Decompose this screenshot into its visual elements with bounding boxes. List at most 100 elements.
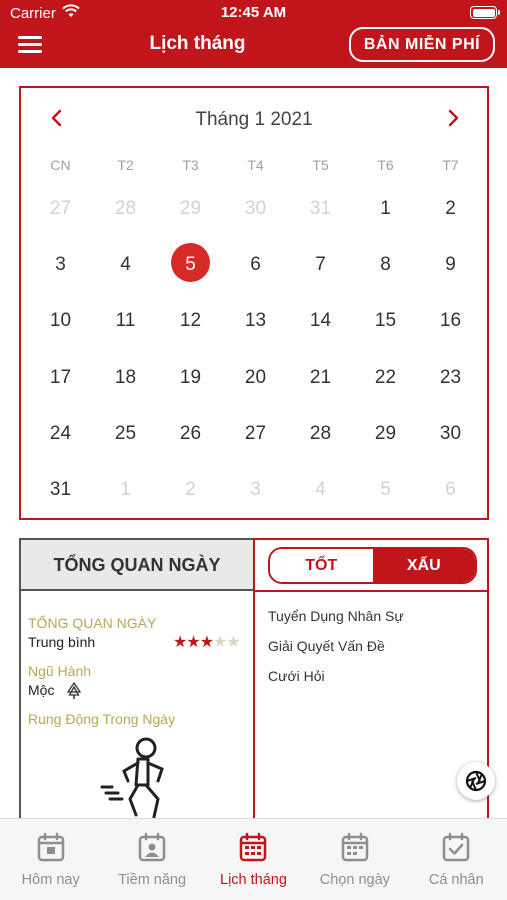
- tree-icon: [65, 681, 83, 705]
- calendar-day[interactable]: 9: [418, 242, 483, 298]
- calendar-day[interactable]: 16: [418, 298, 483, 354]
- calendar-day-selected[interactable]: 5: [158, 242, 223, 298]
- star-empty-icon: ★: [213, 634, 227, 651]
- tab-bad[interactable]: XẤU: [372, 549, 475, 582]
- calendar-day[interactable]: 14: [288, 298, 353, 354]
- calendar-day[interactable]: 29: [158, 186, 223, 242]
- calendar-day[interactable]: 1: [353, 186, 418, 242]
- calendar-day-number: 21: [309, 366, 332, 388]
- good-bad-toggle: TỐT XẤU: [268, 547, 477, 584]
- chevron-right-icon[interactable]: [443, 106, 463, 130]
- star-filled-icon: ★: [186, 634, 200, 651]
- aperture-icon: [465, 770, 487, 792]
- calendar-day[interactable]: 27: [28, 186, 93, 242]
- calendar-day[interactable]: 12: [158, 298, 223, 354]
- free-version-button[interactable]: BẢN MIỄN PHÍ: [349, 27, 495, 62]
- calendar-day-number: 30: [439, 422, 462, 444]
- tab-personal[interactable]: Cá nhân: [406, 819, 507, 900]
- calendar-day-number: 28: [114, 198, 137, 219]
- calendar-day[interactable]: 4: [93, 242, 158, 298]
- calendar-day[interactable]: 31: [288, 186, 353, 242]
- calendar-day[interactable]: 13: [223, 298, 288, 354]
- calendar-day-number: 15: [374, 310, 397, 332]
- calendar-day[interactable]: 26: [158, 411, 223, 467]
- calendar-day[interactable]: 18: [93, 355, 158, 411]
- list-item: Cưới Hỏi: [268, 668, 325, 684]
- calendar-week-row: 27 28 29 30 31 1 2: [28, 186, 483, 242]
- calendar-day-number: 8: [380, 254, 391, 276]
- tab-label: Chọn ngày: [319, 872, 390, 888]
- calendar-day[interactable]: 10: [28, 298, 93, 354]
- calendar-day[interactable]: 30: [223, 186, 288, 242]
- profile-calendar-icon: [138, 832, 166, 862]
- calendar-day-number: 1: [120, 478, 131, 500]
- star-filled-icon: ★: [199, 634, 214, 651]
- weekday-label: T6: [377, 157, 394, 173]
- calendar-day[interactable]: 31: [28, 467, 93, 523]
- tab-today[interactable]: Hôm nay: [0, 819, 101, 900]
- calendar-day-number: 6: [445, 478, 456, 500]
- calendar-day[interactable]: 22: [353, 355, 418, 411]
- calendar-day-number: 1: [380, 198, 391, 219]
- calendar-day[interactable]: 11: [93, 298, 158, 354]
- calendar-day[interactable]: 28: [93, 186, 158, 242]
- calendar-day[interactable]: 6: [223, 242, 288, 298]
- calendar-day-number: 14: [309, 310, 332, 332]
- calendar-day[interactable]: 19: [158, 355, 223, 411]
- tab-potential[interactable]: Tiềm năng: [101, 819, 202, 900]
- calendar-day[interactable]: 15: [353, 298, 418, 354]
- calendar-day-number: 29: [374, 422, 397, 444]
- runner-icon: [100, 737, 182, 828]
- calendar-day[interactable]: 1: [93, 467, 158, 523]
- calendar-day[interactable]: 21: [288, 355, 353, 411]
- app-header: Carrier 12:45 AM Lịch tháng BẢN MIỄN PHÍ: [0, 0, 507, 68]
- month-calendar: Tháng 1 2021 CN T2 T3 T4 T5 T6 T7 27 28 29…: [19, 86, 489, 520]
- calendar-day[interactable]: 2: [158, 467, 223, 523]
- calendar-day-number: 13: [244, 310, 267, 332]
- overview-label: TỔNG QUAN NGÀY: [28, 615, 157, 631]
- calendar-day-number: 12: [179, 310, 202, 332]
- tab-label: Tiềm năng: [118, 872, 187, 888]
- calendar-day[interactable]: 23: [418, 355, 483, 411]
- calendar-day[interactable]: 6: [418, 467, 483, 523]
- calendar-day[interactable]: 8: [353, 242, 418, 298]
- calendar-day[interactable]: 25: [93, 411, 158, 467]
- day-overview-panel: TỔNG QUAN NGÀY TỔNG QUAN NGÀY Trung bình…: [19, 538, 255, 828]
- calendar-week-row: 24 25 26 27 28 29 30: [28, 411, 483, 467]
- calendar-day[interactable]: 29: [353, 411, 418, 467]
- calendar-day[interactable]: 5: [353, 467, 418, 523]
- tab-choose-day[interactable]: Chọn ngày: [304, 819, 405, 900]
- calendar-day[interactable]: 20: [223, 355, 288, 411]
- tab-month-calendar[interactable]: Lịch tháng: [203, 819, 304, 900]
- calendar-day-number: 30: [244, 198, 267, 219]
- calendar-day[interactable]: 7: [288, 242, 353, 298]
- tab-good[interactable]: TỐT: [270, 549, 373, 582]
- calendar-day[interactable]: 3: [28, 242, 93, 298]
- calendar-day-number: 9: [445, 254, 456, 276]
- calendar-day[interactable]: 3: [223, 467, 288, 523]
- calendar-day-number: 25: [114, 422, 137, 444]
- calendar-day[interactable]: 24: [28, 411, 93, 467]
- calendar-day[interactable]: 4: [288, 467, 353, 523]
- divider: [255, 590, 487, 592]
- calendar-day[interactable]: 17: [28, 355, 93, 411]
- calendar-day[interactable]: 30: [418, 411, 483, 467]
- battery-icon: [470, 6, 500, 19]
- good-bad-panel: TỐT XẤU Tuyển Dụng Nhân Sự Giải Quyết Vấ…: [253, 538, 489, 828]
- calendar-day[interactable]: 28: [288, 411, 353, 467]
- calendar-day-number: 7: [315, 254, 326, 276]
- calendar-day[interactable]: 2: [418, 186, 483, 242]
- overview-value: Trung bình: [28, 634, 96, 650]
- calendar-day-number: 29: [179, 198, 202, 219]
- calendar-day-number: 10: [49, 310, 72, 332]
- calendar-day[interactable]: 27: [223, 411, 288, 467]
- calendar-day-number: 24: [49, 422, 72, 444]
- calendar-day-number: 17: [49, 366, 72, 388]
- calendar-week-row: 3 4 5 6 7 8 9: [28, 242, 483, 298]
- calendar-day-number: 5: [380, 478, 391, 500]
- tab-label: Hôm nay: [21, 872, 80, 888]
- aperture-fab-button[interactable]: [457, 762, 495, 800]
- day-grid: 27 28 29 30 31 1 2 3 4 5 6 7 8 9 10 11 12 13 14 15 16 17 18 19 2…: [28, 186, 483, 523]
- calendar-week-row: 31 1 2 3 4 5 6: [28, 467, 483, 523]
- calendar-day-number: 6: [250, 254, 261, 276]
